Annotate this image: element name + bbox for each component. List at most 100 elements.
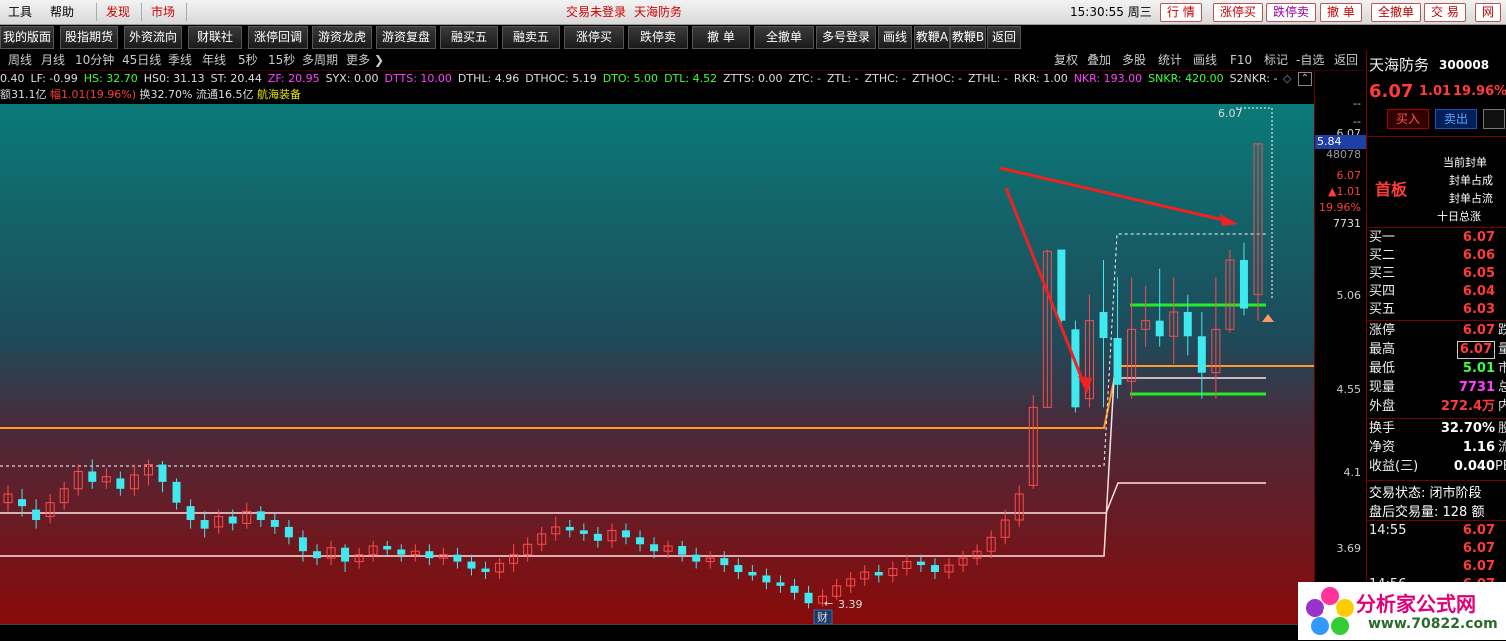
- toolbar-foreign-flow[interactable]: 外资流向: [124, 26, 182, 49]
- toolbar-back[interactable]: 返回: [987, 26, 1021, 49]
- price-row: 6.07 1.01 19.96%: [1367, 80, 1506, 104]
- toolbar-hot-review[interactable]: 游资复盘: [376, 26, 436, 49]
- menu-tools[interactable]: 工具: [2, 0, 38, 24]
- btn-return[interactable]: 返回: [1334, 50, 1358, 70]
- stat-row-label: 换手: [1369, 421, 1396, 436]
- btn-overlay[interactable]: 叠加: [1087, 50, 1111, 70]
- price-axis: -- -- 6.07 5.84 48078 6.07 ▲1.01 19.96% …: [1314, 71, 1367, 624]
- cancel-order-button[interactable]: 撤 单: [1320, 3, 1362, 22]
- toolbar-draw-line[interactable]: 画线: [878, 26, 912, 49]
- menu-market[interactable]: 市场: [145, 0, 181, 24]
- tick-row-value: 6.07: [1462, 559, 1495, 574]
- indicator-value: DTO: 5.00: [602, 72, 659, 85]
- toolbar-cancel[interactable]: 撤 单: [692, 26, 750, 49]
- price-change: 1.01: [1419, 84, 1452, 99]
- toolbar-cls-news[interactable]: 财联社: [188, 26, 242, 49]
- btn-multi-stock[interactable]: 多股: [1122, 50, 1146, 70]
- info-change: 幅1.01(19.96%): [50, 88, 137, 101]
- stat-row-value: 6.07: [1462, 323, 1495, 338]
- quote-panel: 天海防务 300008 6.07 1.01 19.96% 买入 卖出 首板 当前…: [1366, 50, 1506, 640]
- candle-body: [1099, 312, 1108, 338]
- toolbar-limit-pullback[interactable]: 涨停回调: [248, 26, 308, 49]
- current-price: 6.07: [1369, 81, 1414, 102]
- status-bar: [0, 624, 1366, 641]
- period-more[interactable]: 更多: [346, 50, 370, 70]
- expand-icon[interactable]: ⌃: [1298, 72, 1312, 86]
- candle-body: [158, 464, 167, 482]
- period-15sec[interactable]: 15秒: [268, 50, 295, 70]
- btn-adjust[interactable]: 复权: [1054, 50, 1078, 70]
- bid-row-value: 6.05: [1462, 266, 1495, 281]
- toolbar-limit-up-buy[interactable]: 涨停买: [564, 26, 624, 49]
- btn-draw[interactable]: 画线: [1193, 50, 1217, 70]
- axis-volume: 7731: [1333, 217, 1361, 230]
- btn-f10[interactable]: F10: [1230, 50, 1252, 70]
- indicator-value: SNKR: 420.00: [1148, 72, 1224, 85]
- candle-body: [312, 551, 321, 559]
- bid-row-label: 买三: [1369, 266, 1396, 281]
- limit-down-sell-button[interactable]: 跌停卖: [1266, 3, 1317, 22]
- sell-button[interactable]: 卖出: [1435, 109, 1477, 129]
- candle-body: [1155, 320, 1164, 337]
- bid-row-label: 买二: [1369, 248, 1396, 263]
- stock-header: 天海防务 300008: [1367, 54, 1506, 76]
- stock-name: 天海防务: [1369, 56, 1430, 74]
- diamond-icon[interactable]: ◇: [1283, 72, 1291, 85]
- stat-row: 现量 7731总: [1367, 378, 1506, 397]
- axis-tick-4.10: 4.1: [1343, 466, 1362, 479]
- toolbar-my-layout[interactable]: 我的版面: [0, 26, 54, 49]
- menu-help[interactable]: 帮助: [44, 0, 80, 24]
- period-more-arrow-icon[interactable]: ❯: [374, 50, 384, 70]
- stat-row-extra: 总: [1498, 378, 1506, 397]
- indicator-value: S2NKR: -: [1229, 72, 1278, 85]
- more-button[interactable]: [1483, 109, 1505, 129]
- event-label[interactable]: 财: [817, 610, 828, 624]
- quote-button[interactable]: 行 情: [1160, 3, 1202, 22]
- buy-button[interactable]: 买入: [1387, 109, 1429, 129]
- indicator-value: DTHOC: 5.19: [525, 72, 597, 85]
- limit-up-buy-button[interactable]: 涨停买: [1213, 3, 1264, 22]
- cancel-all-button[interactable]: 全撤单: [1371, 3, 1422, 22]
- panel-divider: [1367, 136, 1506, 137]
- toolbar-index-futures[interactable]: 股指期货: [60, 26, 118, 49]
- toolbar-hot-money[interactable]: 游资龙虎: [312, 26, 372, 49]
- toolbar-margin-buy[interactable]: 融买五: [440, 26, 498, 49]
- candle-body: [916, 561, 925, 566]
- trade-button[interactable]: 交 易: [1424, 3, 1466, 22]
- candle-body: [284, 526, 293, 538]
- flower-logo-icon: [1306, 587, 1354, 635]
- menu-discover[interactable]: 发现: [100, 0, 136, 24]
- period-multi[interactable]: 多周期: [302, 50, 338, 70]
- toolbar-pointer-b[interactable]: 教鞭B: [950, 26, 986, 49]
- candle-body: [116, 478, 125, 489]
- tick-row: 6.07: [1367, 539, 1506, 558]
- menu-divider: [96, 3, 97, 21]
- bid-row: 买四 6.04: [1367, 282, 1506, 301]
- tick-row-value: 6.07: [1462, 541, 1495, 556]
- stat-row-value: 32.70%: [1440, 421, 1495, 436]
- toolbar-margin-sell[interactable]: 融卖五: [502, 26, 560, 49]
- period-45day[interactable]: 45日线: [122, 50, 161, 70]
- indicator-value: ZTHL: -: [968, 72, 1008, 85]
- btn-remove-favorite[interactable]: -自选: [1296, 50, 1324, 70]
- btn-stats[interactable]: 统计: [1158, 50, 1182, 70]
- period-quarter[interactable]: 季线: [168, 50, 192, 70]
- axis-tick-3.69: 3.69: [1336, 542, 1362, 555]
- period-year[interactable]: 年线: [202, 50, 226, 70]
- low-label: 3.39: [838, 598, 863, 611]
- period-5sec[interactable]: 5秒: [238, 50, 258, 70]
- period-month[interactable]: 月线: [41, 50, 65, 70]
- candle-body: [930, 565, 939, 572]
- toolbar-cancel-all[interactable]: 全撤单: [754, 26, 814, 49]
- period-week[interactable]: 周线: [8, 50, 32, 70]
- period-10min[interactable]: 10分钟: [75, 50, 114, 70]
- web-button[interactable]: 网: [1475, 3, 1502, 22]
- toolbar-multi-login[interactable]: 多号登录: [816, 26, 876, 49]
- candle-body: [748, 572, 757, 576]
- kline-chart[interactable]: 6.07 3.39 ← 财: [0, 104, 1314, 624]
- btn-mark[interactable]: 标记: [1264, 50, 1288, 70]
- stat-row-label: 最高: [1369, 342, 1396, 357]
- candle-body: [790, 585, 799, 593]
- toolbar-limit-down-sell[interactable]: 跌停卖: [628, 26, 688, 49]
- toolbar-pointer-a[interactable]: 教鞭A: [914, 26, 950, 49]
